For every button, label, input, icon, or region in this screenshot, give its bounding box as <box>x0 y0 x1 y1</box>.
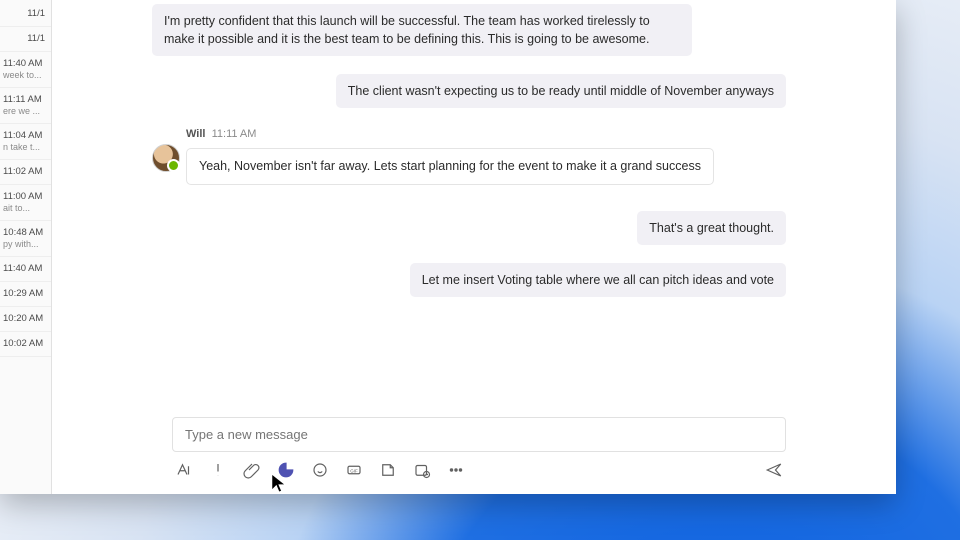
format-icon[interactable] <box>174 460 194 480</box>
schedule-icon[interactable] <box>412 460 432 480</box>
message-outgoing[interactable]: Let me insert Voting table where we all … <box>410 263 786 297</box>
teams-window: 11/111/111:40 AMweek to...11:11 AMere we… <box>0 0 896 494</box>
compose-area: GIF <box>172 417 786 480</box>
svg-text:GIF: GIF <box>350 468 358 473</box>
message-input[interactable] <box>172 417 786 452</box>
chat-list-item[interactable]: 11:40 AM <box>0 257 51 282</box>
chat-list-item[interactable]: 11/1 <box>0 2 51 27</box>
message-outgoing[interactable]: That's a great thought. <box>637 211 786 245</box>
message-with-avatar: Yeah, November isn't far away. Lets star… <box>152 144 786 188</box>
chat-list-item[interactable]: 10:29 AM <box>0 282 51 307</box>
priority-icon[interactable] <box>208 460 228 480</box>
chat-list-item[interactable]: 11:00 AMait to... <box>0 185 51 221</box>
emoji-icon[interactable] <box>310 460 330 480</box>
chat-list-item[interactable]: 11:40 AMweek to... <box>0 52 51 88</box>
loop-icon[interactable] <box>276 460 296 480</box>
chat-pane: I'm pretty confident that this launch wi… <box>52 0 896 494</box>
gif-icon[interactable]: GIF <box>344 460 364 480</box>
more-icon[interactable] <box>446 460 466 480</box>
send-icon[interactable] <box>764 460 784 480</box>
chat-list-item[interactable]: 11/1 <box>0 27 51 52</box>
chat-list-item[interactable]: 10:20 AM <box>0 307 51 332</box>
sender-meta: Will 11:11 AM <box>186 128 786 140</box>
message-incoming[interactable]: Yeah, November isn't far away. Lets star… <box>186 148 714 184</box>
chat-list-item[interactable]: 10:02 AM <box>0 332 51 357</box>
chat-list-item[interactable]: 11:02 AM <box>0 160 51 185</box>
chat-list-item[interactable]: 11:11 AMere we ... <box>0 88 51 124</box>
avatar[interactable] <box>152 144 180 172</box>
compose-toolbar: GIF <box>172 452 786 480</box>
sticker-icon[interactable] <box>378 460 398 480</box>
sender-name: Will <box>186 128 205 140</box>
chat-list-item[interactable]: 10:48 AMpy with... <box>0 221 51 257</box>
chat-list-rail: 11/111/111:40 AMweek to...11:11 AMere we… <box>0 0 52 494</box>
message-outgoing[interactable]: The client wasn't expecting us to be rea… <box>336 74 786 108</box>
chat-list-item[interactable]: 11:04 AMn take t... <box>0 124 51 160</box>
message-incoming[interactable]: I'm pretty confident that this launch wi… <box>152 4 692 56</box>
attach-icon[interactable] <box>242 460 262 480</box>
message-thread: I'm pretty confident that this launch wi… <box>52 0 896 417</box>
sender-time: 11:11 AM <box>212 128 257 140</box>
